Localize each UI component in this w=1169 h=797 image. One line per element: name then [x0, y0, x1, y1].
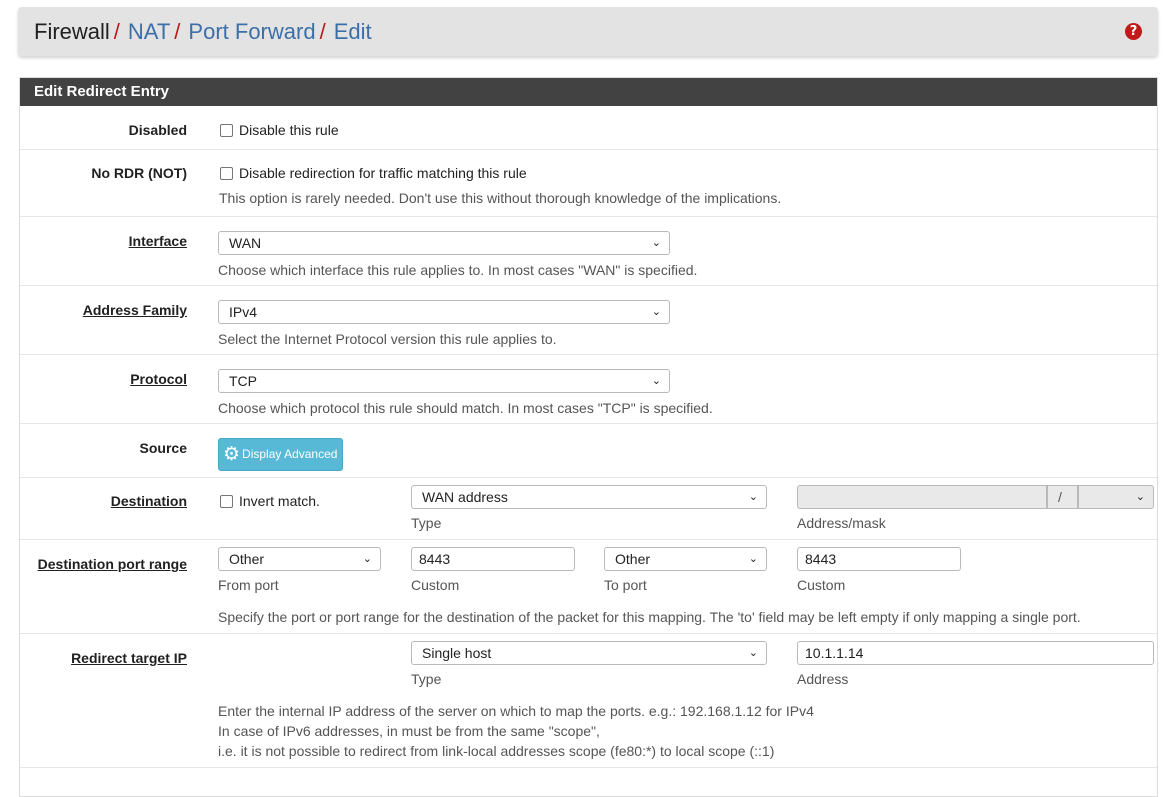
gear-icon: ⚙ — [223, 443, 241, 465]
destination-address-caption: Address/mask — [797, 515, 886, 531]
redirect-target-label[interactable]: Redirect target IP — [71, 650, 187, 666]
protocol-label[interactable]: Protocol — [130, 371, 187, 387]
invert-match-text: Invert match. — [239, 493, 320, 509]
breadcrumb-separator: / — [113, 18, 120, 44]
invert-match-checkbox[interactable] — [220, 495, 233, 508]
breadcrumb-port-forward[interactable]: Port Forward — [188, 19, 315, 45]
breadcrumb: Firewall / NAT / Port Forward / Edit ? — [18, 7, 1158, 56]
no-rdr-text: Disable redirection for traffic matching… — [239, 165, 527, 181]
interface-help: Choose which interface this rule applies… — [218, 262, 698, 278]
chevron-down-icon: ⌄ — [362, 552, 372, 565]
display-advanced-button[interactable]: ⚙ Display Advanced — [218, 438, 344, 471]
row-destination-port-range: Destination port range Other ⌄ From port… — [20, 540, 1157, 634]
breadcrumb-edit[interactable]: Edit — [334, 19, 372, 45]
breadcrumb-nat[interactable]: NAT — [128, 19, 170, 45]
panel-title: Edit Redirect Entry — [20, 78, 1157, 106]
from-port-custom-caption: Custom — [411, 577, 460, 593]
chevron-down-icon: ⌄ — [1135, 490, 1145, 503]
breadcrumb-separator: / — [319, 18, 326, 44]
interface-label[interactable]: Interface — [129, 233, 187, 249]
dest-port-label[interactable]: Destination port range — [38, 556, 187, 572]
protocol-select[interactable]: TCP ⌄ — [218, 369, 670, 393]
redirect-help-line2: In case of IPv6 addresses, in must be fr… — [218, 723, 600, 739]
mask-separator: / — [1047, 485, 1078, 509]
redirect-address-caption: Address — [797, 671, 849, 687]
source-label: Source — [139, 440, 187, 456]
interface-select[interactable]: WAN ⌄ — [218, 231, 670, 255]
to-port-caption: To port — [604, 577, 647, 593]
from-port-custom-input[interactable]: 8443 — [411, 547, 575, 571]
disabled-label: Disabled — [128, 122, 187, 138]
invert-match-option[interactable]: Invert match. — [220, 493, 320, 509]
chevron-down-icon: ⌄ — [651, 374, 661, 387]
protocol-value: TCP — [229, 373, 257, 389]
disable-rule-checkbox[interactable] — [220, 124, 233, 137]
from-port-caption: From port — [218, 577, 279, 593]
row-redirect-target-ip: Redirect target IP Single host ⌄ Type 10… — [20, 634, 1157, 768]
display-advanced-label: Display Advanced — [242, 447, 338, 461]
dest-port-help: Specify the port or port range for the d… — [218, 609, 1081, 625]
row-no-rdr: No RDR (NOT) Disable redirection for tra… — [20, 150, 1157, 217]
to-port-select[interactable]: Other ⌄ — [604, 547, 767, 571]
chevron-down-icon: ⌄ — [748, 490, 758, 503]
chevron-down-icon: ⌄ — [651, 305, 661, 318]
no-rdr-label: No RDR (NOT) — [91, 165, 187, 181]
no-rdr-help: This option is rarely needed. Don't use … — [219, 190, 782, 206]
breadcrumb-root: Firewall — [34, 18, 110, 44]
address-family-value: IPv4 — [229, 304, 258, 320]
destination-address-input[interactable] — [797, 485, 1047, 509]
to-port-custom-input[interactable]: 8443 — [797, 547, 961, 571]
redirect-help-line1: Enter the internal IP address of the ser… — [218, 703, 814, 719]
destination-type-value: WAN address — [422, 489, 508, 505]
no-rdr-option[interactable]: Disable redirection for traffic matching… — [220, 165, 527, 181]
chevron-down-icon: ⌄ — [748, 646, 758, 659]
address-family-label[interactable]: Address Family — [83, 302, 187, 318]
chevron-down-icon: ⌄ — [651, 236, 661, 249]
row-destination: Destination Invert match. WAN address ⌄ … — [20, 478, 1157, 540]
disable-rule-option[interactable]: Disable this rule — [220, 122, 339, 138]
redirect-type-select[interactable]: Single host ⌄ — [411, 641, 767, 665]
redirect-address-input[interactable]: 10.1.1.14 — [797, 641, 1154, 665]
row-protocol: Protocol TCP ⌄ Choose which protocol thi… — [20, 355, 1157, 424]
to-port-value: Other — [615, 551, 651, 567]
redirect-type-caption: Type — [411, 671, 442, 687]
redirect-type-value: Single host — [422, 645, 492, 661]
to-port-custom-caption: Custom — [797, 577, 846, 593]
row-disabled: Disabled Disable this rule — [20, 106, 1157, 150]
question-circle-icon[interactable]: ? — [1125, 23, 1142, 40]
destination-label[interactable]: Destination — [111, 493, 187, 509]
address-family-select[interactable]: IPv4 ⌄ — [218, 300, 670, 324]
protocol-help: Choose which protocol this rule should m… — [218, 400, 713, 416]
destination-mask-select[interactable]: ⌄ — [1078, 485, 1154, 509]
destination-type-caption: Type — [411, 515, 442, 531]
chevron-down-icon: ⌄ — [748, 552, 758, 565]
redirect-help-line3: i.e. it is not possible to redirect from… — [218, 743, 775, 759]
edit-redirect-panel: Edit Redirect Entry Disabled Disable thi… — [19, 77, 1158, 797]
from-port-select[interactable]: Other ⌄ — [218, 547, 381, 571]
interface-value: WAN — [229, 235, 262, 251]
destination-type-select[interactable]: WAN address ⌄ — [411, 485, 767, 509]
row-interface: Interface WAN ⌄ Choose which interface t… — [20, 217, 1157, 286]
from-port-value: Other — [229, 551, 265, 567]
address-family-help: Select the Internet Protocol version thi… — [218, 331, 557, 347]
row-source: Source ⚙ Display Advanced — [20, 424, 1157, 478]
row-address-family: Address Family IPv4 ⌄ Select the Interne… — [20, 286, 1157, 355]
breadcrumb-separator: / — [174, 18, 181, 44]
no-rdr-checkbox[interactable] — [220, 167, 233, 180]
disable-rule-text: Disable this rule — [239, 122, 339, 138]
